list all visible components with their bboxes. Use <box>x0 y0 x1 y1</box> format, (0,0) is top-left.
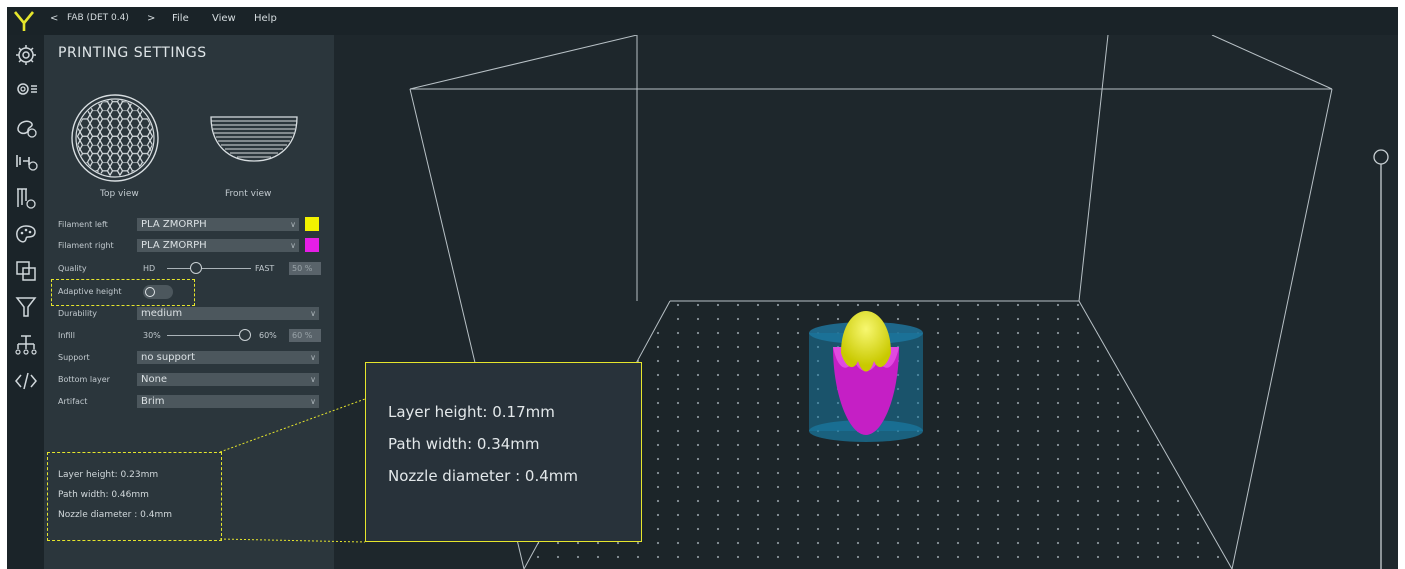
callout-layer-height: Layer height: 0.17mm <box>388 403 555 421</box>
quality-max-label: FAST <box>255 264 275 273</box>
nav-back-button[interactable]: < <box>50 13 58 24</box>
material-palette-icon[interactable] <box>14 115 38 139</box>
artifact-value: Brim <box>141 396 165 407</box>
infill-value-input[interactable]: 60 % <box>289 329 321 342</box>
nav-forward-button[interactable]: > <box>147 13 155 24</box>
quality-slider-track[interactable] <box>167 268 251 269</box>
durability-value: medium <box>141 308 183 319</box>
infill-min-label: 30% <box>143 331 161 340</box>
tools-icon[interactable] <box>14 149 38 173</box>
filament-left-select[interactable]: PLA ZMORPH ∨ <box>137 218 299 231</box>
durability-select[interactable]: medium ∨ <box>137 307 319 320</box>
filament-right-label: Filament right <box>58 241 114 250</box>
printing-settings-panel: PRINTING SETTINGS Top view Front view Fi… <box>44 35 334 569</box>
filament-left-label: Filament left <box>58 220 108 229</box>
filter-gear-icon[interactable] <box>14 186 38 210</box>
adaptive-info-callout: Layer height: 0.17mm Path width: 0.34mm … <box>365 362 642 542</box>
top-view-label: Top view <box>100 189 139 199</box>
path-width-info: Path width: 0.46mm <box>58 490 149 500</box>
callout-nozzle-diameter: Nozzle diameter : 0.4mm <box>388 467 578 485</box>
chevron-down-icon: ∨ <box>290 241 296 250</box>
infill-slider-handle[interactable] <box>239 329 251 341</box>
filament-right-color-swatch[interactable] <box>305 238 319 252</box>
filament-right-value: PLA ZMORPH <box>141 240 207 251</box>
front-view-label: Front view <box>225 189 272 199</box>
support-value: no support <box>141 352 196 363</box>
quality-slider-handle[interactable] <box>190 262 203 274</box>
infill-slider-track[interactable] <box>167 335 245 336</box>
chevron-down-icon: ∨ <box>290 220 296 229</box>
quality-label: Quality <box>58 264 87 273</box>
menu-bar: < FAB (DET 0.4) > File View Help <box>7 7 1398 36</box>
menu-file[interactable]: File <box>172 13 189 24</box>
menu-view[interactable]: View <box>212 13 236 24</box>
funnel-icon[interactable] <box>14 295 38 319</box>
callout-path-width: Path width: 0.34mm <box>388 435 540 453</box>
durability-label: Durability <box>58 309 98 318</box>
adaptive-height-toggle[interactable] <box>143 285 173 299</box>
chevron-down-icon: ∨ <box>310 353 316 362</box>
front-view-preview-icon <box>210 116 298 162</box>
filament-right-select[interactable]: PLA ZMORPH ∨ <box>137 239 299 252</box>
quality-min-label: HD <box>143 264 156 273</box>
filament-left-value: PLA ZMORPH <box>141 219 207 230</box>
chevron-down-icon: ∨ <box>310 375 316 384</box>
filament-left-color-swatch[interactable] <box>305 217 319 231</box>
app-logo-icon <box>13 11 35 31</box>
nozzle-diameter-info: Nozzle diameter : 0.4mm <box>58 510 172 520</box>
chevron-down-icon: ∨ <box>310 309 316 318</box>
infill-max-label: 60% <box>259 331 277 340</box>
palette-icon[interactable] <box>14 223 38 247</box>
quality-value-input[interactable]: 50 % <box>289 262 321 275</box>
gear-icon[interactable] <box>14 43 38 67</box>
code-icon[interactable] <box>14 369 38 393</box>
artifact-label: Artifact <box>58 397 88 406</box>
panel-title: PRINTING SETTINGS <box>58 45 207 61</box>
adaptive-height-label: Adaptive height <box>58 287 122 296</box>
bottom-layer-select[interactable]: None ∨ <box>137 373 319 386</box>
tool-icon-bar <box>7 35 44 569</box>
chevron-down-icon: ∨ <box>310 397 316 406</box>
support-select[interactable]: no support ∨ <box>137 351 319 364</box>
bottom-layer-value: None <box>141 374 168 385</box>
support-label: Support <box>58 353 90 362</box>
layer-height-info: Layer height: 0.23mm <box>58 470 159 480</box>
settings-list-icon[interactable] <box>14 77 38 101</box>
printer-profile-label[interactable]: FAB (DET 0.4) <box>67 13 129 23</box>
bottom-layer-label: Bottom layer <box>58 375 110 384</box>
menu-help[interactable]: Help <box>254 13 277 24</box>
top-view-preview-icon <box>71 94 159 182</box>
copy-icon[interactable] <box>14 259 38 283</box>
artifact-select[interactable]: Brim ∨ <box>137 395 319 408</box>
hierarchy-icon[interactable] <box>14 333 38 357</box>
toggle-knob <box>145 287 155 297</box>
app-window: < FAB (DET 0.4) > File View Help PRINTIN… <box>7 7 1398 569</box>
infill-label: Infill <box>58 331 75 340</box>
